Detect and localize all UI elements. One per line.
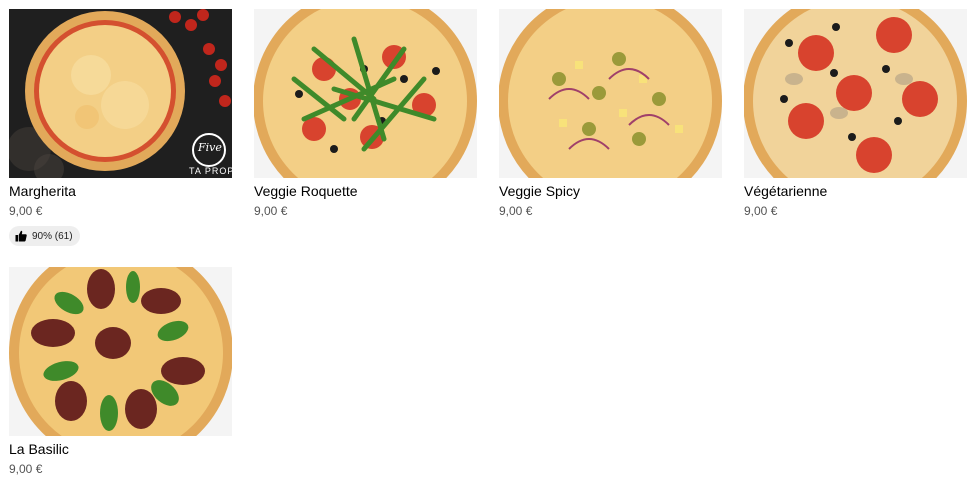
- item-price: 9,00 €: [499, 204, 533, 218]
- item-price: 9,00 €: [254, 204, 288, 218]
- item-image: [744, 9, 967, 178]
- menu-item-la-basilic[interactable]: La Basilic 9,00 €: [9, 267, 232, 477]
- item-price: 9,00 €: [744, 204, 778, 218]
- rating-badge: 90% (61): [9, 226, 80, 246]
- item-title: Végétarienne: [744, 183, 828, 199]
- menu-item-margherita[interactable]: Five TA PROPRE Margherita 9,00 € 90% (61…: [9, 9, 232, 247]
- item-image: [499, 9, 722, 178]
- menu-item-veggie-spicy[interactable]: Veggie Spicy 9,00 €: [499, 9, 722, 247]
- menu-grid: Five TA PROPRE Margherita 9,00 € 90% (61…: [9, 9, 969, 477]
- item-price: 9,00 €: [9, 204, 43, 218]
- menu-item-vegetarienne[interactable]: Végétarienne 9,00 €: [744, 9, 967, 247]
- item-image: Five TA PROPRE: [9, 9, 232, 178]
- item-image: [254, 9, 477, 178]
- rating-text: 90% (61): [32, 230, 73, 242]
- item-title: Veggie Spicy: [499, 183, 580, 199]
- thumbs-up-icon: [15, 230, 27, 242]
- item-title: La Basilic: [9, 441, 69, 457]
- item-image: [9, 267, 232, 436]
- logo-caption: TA PROPRE: [189, 166, 232, 176]
- item-title: Veggie Roquette: [254, 183, 358, 199]
- menu-item-veggie-roquette[interactable]: Veggie Roquette 9,00 €: [254, 9, 477, 247]
- item-title: Margherita: [9, 183, 76, 199]
- item-price: 9,00 €: [9, 462, 43, 476]
- logo-text: Five: [198, 141, 222, 154]
